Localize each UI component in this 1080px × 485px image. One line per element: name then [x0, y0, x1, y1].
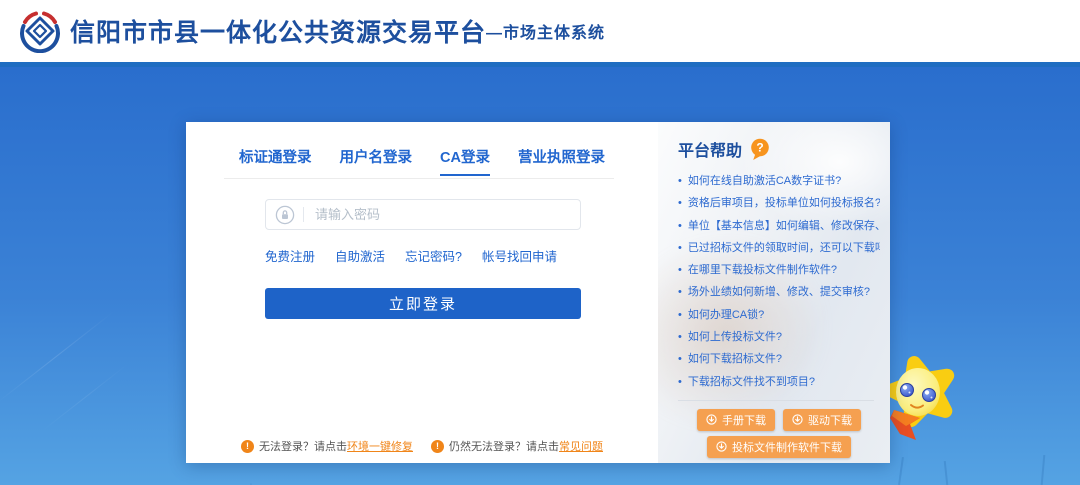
tab-biaozhengtong-login[interactable]: 标证通登录 [239, 146, 312, 176]
account-quick-links: 免费注册 自助激活 忘记密码? 帐号找回申请 [265, 246, 557, 265]
warning-circle-icon: ! [241, 440, 254, 453]
header-accent-bar [0, 62, 1080, 67]
help-title-row: 平台帮助 ? [678, 137, 880, 161]
lock-icon [275, 205, 295, 225]
faq-link[interactable]: 常见问题 [559, 438, 603, 454]
download-icon [716, 441, 727, 452]
tabs-divider [224, 178, 614, 179]
help-link[interactable]: •场外业绩如何新增、修改、提交审核? [678, 281, 880, 303]
help-link[interactable]: •下载招标文件找不到项目? [678, 371, 880, 393]
download-icon [706, 414, 717, 425]
tab-ca-login[interactable]: CA登录 [440, 146, 490, 176]
manual-download-button[interactable]: 手册下载 [697, 409, 775, 431]
help-link[interactable]: •资格后审项目，投标单位如何投标报名? [678, 192, 880, 214]
page-subtitle: —市场主体系统 [486, 19, 605, 43]
help-link[interactable]: •如何上传投标文件? [678, 326, 880, 348]
question-bubble-icon: ? [750, 138, 770, 161]
bid-software-download-button[interactable]: 投标文件制作软件下载 [707, 436, 851, 458]
free-register-link[interactable]: 免费注册 [265, 246, 315, 265]
password-input[interactable] [313, 206, 580, 223]
login-section: 标证通登录 用户名登录 CA登录 营业执照登录 免费注册 [186, 122, 658, 463]
login-submit-button[interactable]: 立即登录 [265, 288, 581, 319]
self-activate-link[interactable]: 自助激活 [335, 246, 385, 265]
help-link[interactable]: •已过招标文件的领取时间，还可以下载吗... [678, 237, 880, 259]
page-title: 信阳市市县一体化公共资源交易平台 [70, 13, 486, 49]
cannot-login-text: 无法登录？请点击 [259, 438, 347, 454]
platform-logo-icon [18, 9, 62, 53]
platform-help-panel: 平台帮助 ? •如何在线自助激活CA数字证书? •资格后审项目，投标单位如何投标… [658, 122, 890, 463]
download-row-2: 投标文件制作软件下载 [707, 436, 851, 458]
warning-circle-icon: ! [431, 440, 444, 453]
still-cannot-login-text: 仍然无法登录？请点击 [449, 438, 559, 454]
password-field-wrap [265, 199, 581, 230]
help-panel-title: 平台帮助 [678, 137, 742, 161]
help-link[interactable]: •单位【基本信息】如何编辑、修改保存、... [678, 215, 880, 237]
help-link[interactable]: •如何办理CA锁? [678, 304, 880, 326]
input-separator [303, 207, 304, 222]
forgot-password-link[interactable]: 忘记密码? [405, 246, 462, 265]
help-content: 平台帮助 ? •如何在线自助激活CA数字证书? •资格后审项目，投标单位如何投标… [658, 122, 890, 458]
env-repair-link[interactable]: 环境一键修复 [347, 438, 413, 454]
account-recovery-link[interactable]: 帐号找回申请 [482, 246, 557, 265]
help-link[interactable]: •在哪里下载投标文件制作软件? [678, 259, 880, 281]
site-header: 信阳市市县一体化公共资源交易平台 —市场主体系统 [0, 0, 1080, 62]
svg-text:?: ? [756, 140, 763, 154]
help-link[interactable]: •如何下载招标文件? [678, 348, 880, 370]
download-icon [792, 414, 803, 425]
help-divider [678, 400, 874, 401]
driver-download-button[interactable]: 驱动下载 [783, 409, 861, 431]
light-streak [41, 363, 128, 432]
download-buttons: 手册下载 驱动下载 [678, 409, 880, 458]
tab-username-login[interactable]: 用户名登录 [340, 146, 413, 176]
login-card: 标证通登录 用户名登录 CA登录 营业执照登录 免费注册 [186, 122, 890, 463]
help-link-list: •如何在线自助激活CA数字证书? •资格后审项目，投标单位如何投标报名? •单位… [678, 170, 880, 393]
download-row-1: 手册下载 驱动下载 [697, 409, 861, 431]
login-page: 信阳市市县一体化公共资源交易平台 —市场主体系统 [0, 0, 1080, 485]
light-streak [0, 311, 114, 404]
help-link[interactable]: •如何在线自助激活CA数字证书? [678, 170, 880, 192]
login-help-note: ! 无法登录？请点击环境一键修复 ! 仍然无法登录？请点击常见问题 [186, 438, 658, 454]
tab-business-license-login[interactable]: 营业执照登录 [518, 146, 605, 176]
star-mascot [880, 350, 960, 446]
login-tabs: 标证通登录 用户名登录 CA登录 营业执照登录 [186, 146, 658, 176]
